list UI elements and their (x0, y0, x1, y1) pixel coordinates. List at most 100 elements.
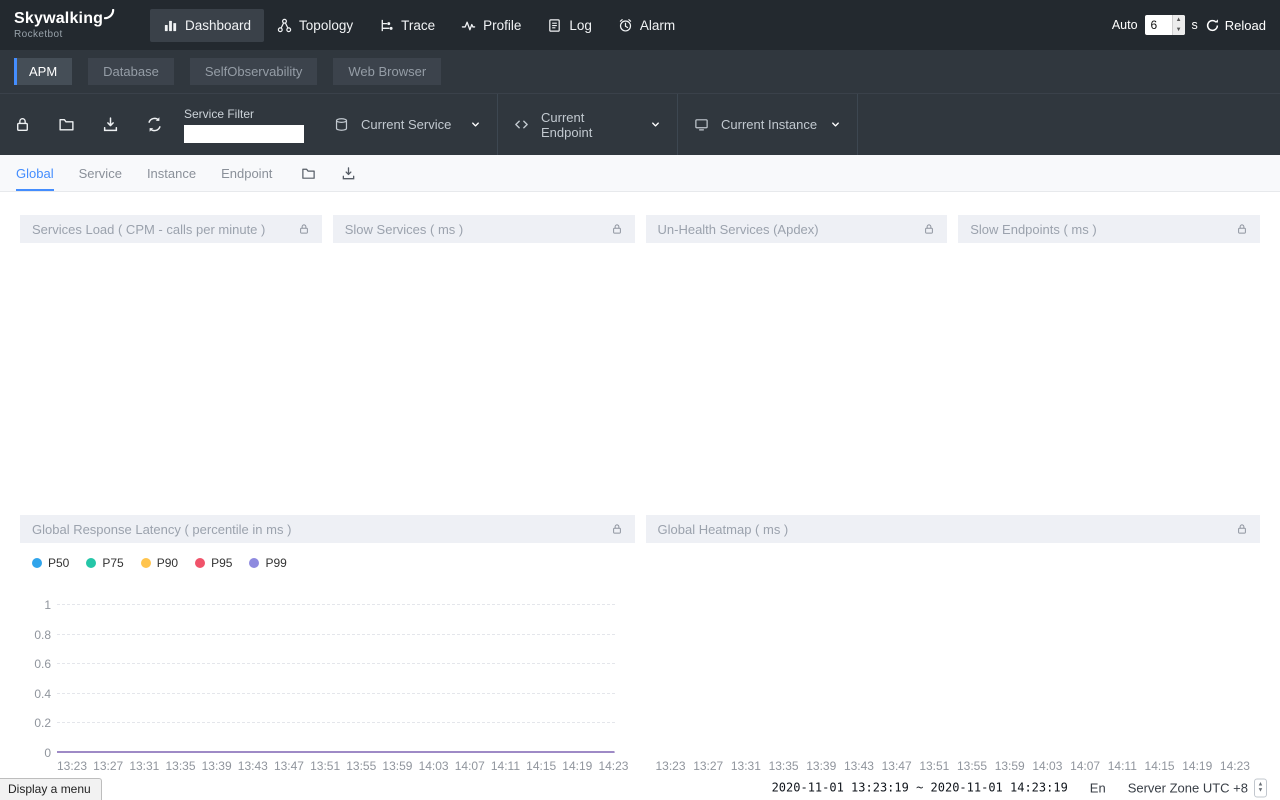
selector-current-service[interactable]: Current Service (318, 94, 498, 155)
auto-label: Auto (1112, 18, 1138, 32)
view-tab-endpoint[interactable]: Endpoint (221, 155, 272, 191)
panel-title: Slow Endpoints ( ms ) (970, 222, 1236, 237)
panel-slow-endpoints-ms: Slow Endpoints ( ms ) (958, 215, 1260, 509)
reload-label: Reload (1225, 18, 1266, 33)
lock-icon (298, 223, 310, 235)
panel-body (958, 243, 1260, 509)
time-range-picker[interactable]: 2020-11-01 13:23:19 ~ 2020-11-01 14:23:1… (772, 781, 1068, 795)
panels-row-2: Global Response Latency ( percentile in … (20, 515, 1260, 775)
selector-current-instance[interactable]: Current Instance (678, 94, 858, 155)
legend-item-p50[interactable]: P50 (32, 556, 69, 570)
nav-item-log[interactable]: Log (534, 9, 605, 42)
refresh-button[interactable] (142, 113, 166, 137)
lock-icon[interactable] (923, 223, 935, 235)
x-axis-label: 13:59 (382, 759, 412, 773)
x-axis-label: 13:51 (310, 759, 340, 773)
y-axis-label: 0 (15, 746, 51, 760)
layer-tab-web-browser[interactable]: Web Browser (333, 58, 441, 85)
view-tab-instance[interactable]: Instance (147, 155, 196, 191)
x-axis-label: 13:27 (693, 759, 723, 773)
x-axis-label: 13:43 (238, 759, 268, 773)
panel-slow-services-ms: Slow Services ( ms ) (333, 215, 635, 509)
lock-icon[interactable] (1236, 223, 1248, 235)
x-axis-label: 14:11 (491, 759, 520, 773)
legend-dot (141, 558, 151, 568)
panel-header: Un-Health Services (Apdex) (646, 215, 948, 243)
x-axis-label: 13:51 (919, 759, 949, 773)
nav-item-label: Alarm (640, 18, 675, 33)
view-tab-label: Service (79, 166, 122, 181)
panel-title: Slow Services ( ms ) (345, 222, 611, 237)
view-tab-label: Instance (147, 166, 196, 181)
lock-icon[interactable] (1236, 523, 1248, 535)
x-axis-label: 14:15 (526, 759, 556, 773)
language-toggle[interactable]: En (1090, 780, 1106, 795)
view-tab-icons (299, 164, 357, 182)
x-axis-labels: 13:2313:2713:3113:3513:3913:4313:4713:51… (57, 759, 629, 773)
nav-item-alarm[interactable]: Alarm (605, 9, 688, 42)
panel-services-load-cpm-calls-per-minute: Services Load ( CPM - calls per minute ) (20, 215, 322, 509)
x-axis-label: 13:31 (731, 759, 761, 773)
reload-button[interactable]: Reload (1205, 18, 1266, 33)
nav-item-trace[interactable]: Trace (366, 9, 448, 42)
layer-tab-database[interactable]: Database (88, 58, 174, 85)
panel-header: Global Heatmap ( ms ) (646, 515, 1261, 543)
spinner-down-icon[interactable]: ▼ (1173, 25, 1185, 35)
lock-icon[interactable] (298, 223, 310, 235)
panel-title: Un-Health Services (Apdex) (658, 222, 924, 237)
spinner-down-icon[interactable]: ▼ (1258, 788, 1264, 794)
nav-item-topology[interactable]: Topology (264, 9, 366, 42)
x-axis-label: 13:47 (274, 759, 304, 773)
nav-item-profile[interactable]: Profile (448, 9, 534, 42)
lock-icon[interactable] (611, 523, 623, 535)
view-tab-global[interactable]: Global (16, 155, 54, 191)
import-button[interactable] (98, 113, 122, 137)
view-tab-service[interactable]: Service (79, 155, 122, 191)
profile-icon (461, 18, 476, 33)
folder-icon (301, 166, 316, 181)
x-axis-labels: 13:2313:2713:3113:3513:3913:4313:4713:51… (656, 759, 1251, 773)
layer-tab-selfobservability[interactable]: SelfObservability (190, 58, 318, 85)
panel-body: 13:2313:2713:3113:3513:3913:4313:4713:51… (646, 543, 1261, 775)
legend-item-p90[interactable]: P90 (141, 556, 178, 570)
server-zone-spinner[interactable]: ▲▼ (1254, 778, 1267, 797)
lock-icon[interactable] (611, 223, 623, 235)
x-axis-label: 13:39 (806, 759, 836, 773)
legend-item-p99[interactable]: P99 (249, 556, 286, 570)
brand-logo[interactable]: Skywalking Rocketbot (14, 10, 132, 40)
nav-item-dashboard[interactable]: Dashboard (150, 9, 264, 42)
layer-tab-label: Database (103, 64, 159, 79)
line-series (57, 604, 615, 752)
legend-label: P90 (157, 556, 178, 570)
panels-row-1: Services Load ( CPM - calls per minute )… (20, 215, 1260, 509)
chevron-down-icon (830, 119, 841, 130)
x-axis-label: 13:31 (129, 759, 159, 773)
panel-global-response-latency-percentile-in-ms: Global Response Latency ( percentile in … (20, 515, 635, 775)
layer-tab-apm[interactable]: APM (14, 58, 72, 85)
x-axis-label: 13:23 (656, 759, 686, 773)
panel-global-heatmap-ms: Global Heatmap ( ms ) 13:23 13:27 13:31 13:… (646, 515, 1261, 775)
folder-button[interactable] (54, 113, 78, 137)
service-filter: Service Filter (184, 107, 304, 143)
brand-name: Skywalking (14, 10, 103, 28)
panel-body: P50 P75 P90 P95 P99 1 0.8 0.6 0.4 0.2 0 … (20, 543, 635, 775)
spinner-up-icon[interactable]: ▲ (1173, 15, 1185, 25)
legend-item-p75[interactable]: P75 (86, 556, 123, 570)
legend-dot (195, 558, 205, 568)
x-axis-label: 14:07 (455, 759, 485, 773)
lock-button[interactable] (10, 113, 34, 137)
legend-item-p95[interactable]: P95 (195, 556, 232, 570)
line-chart-plot[interactable]: 1 0.8 0.6 0.4 0.2 0 (57, 604, 615, 752)
folder-button[interactable] (299, 164, 317, 182)
x-axis-label: 13:35 (165, 759, 195, 773)
lock-icon (611, 523, 623, 535)
server-zone-label: Server Zone UTC +8 (1128, 780, 1248, 795)
selector-current-endpoint[interactable]: Current Endpoint (498, 94, 678, 155)
auto-interval-input[interactable]: 6 ▲▼ (1145, 15, 1185, 35)
import-button[interactable] (339, 164, 357, 182)
service-filter-input[interactable] (184, 125, 304, 143)
auto-interval-spinner[interactable]: ▲▼ (1172, 15, 1185, 35)
server-zone-control[interactable]: Server Zone UTC +8 ▲▼ (1128, 778, 1267, 797)
selector-group: Current Service Current Endpoint Current… (318, 94, 858, 155)
service-filter-label: Service Filter (184, 107, 304, 121)
